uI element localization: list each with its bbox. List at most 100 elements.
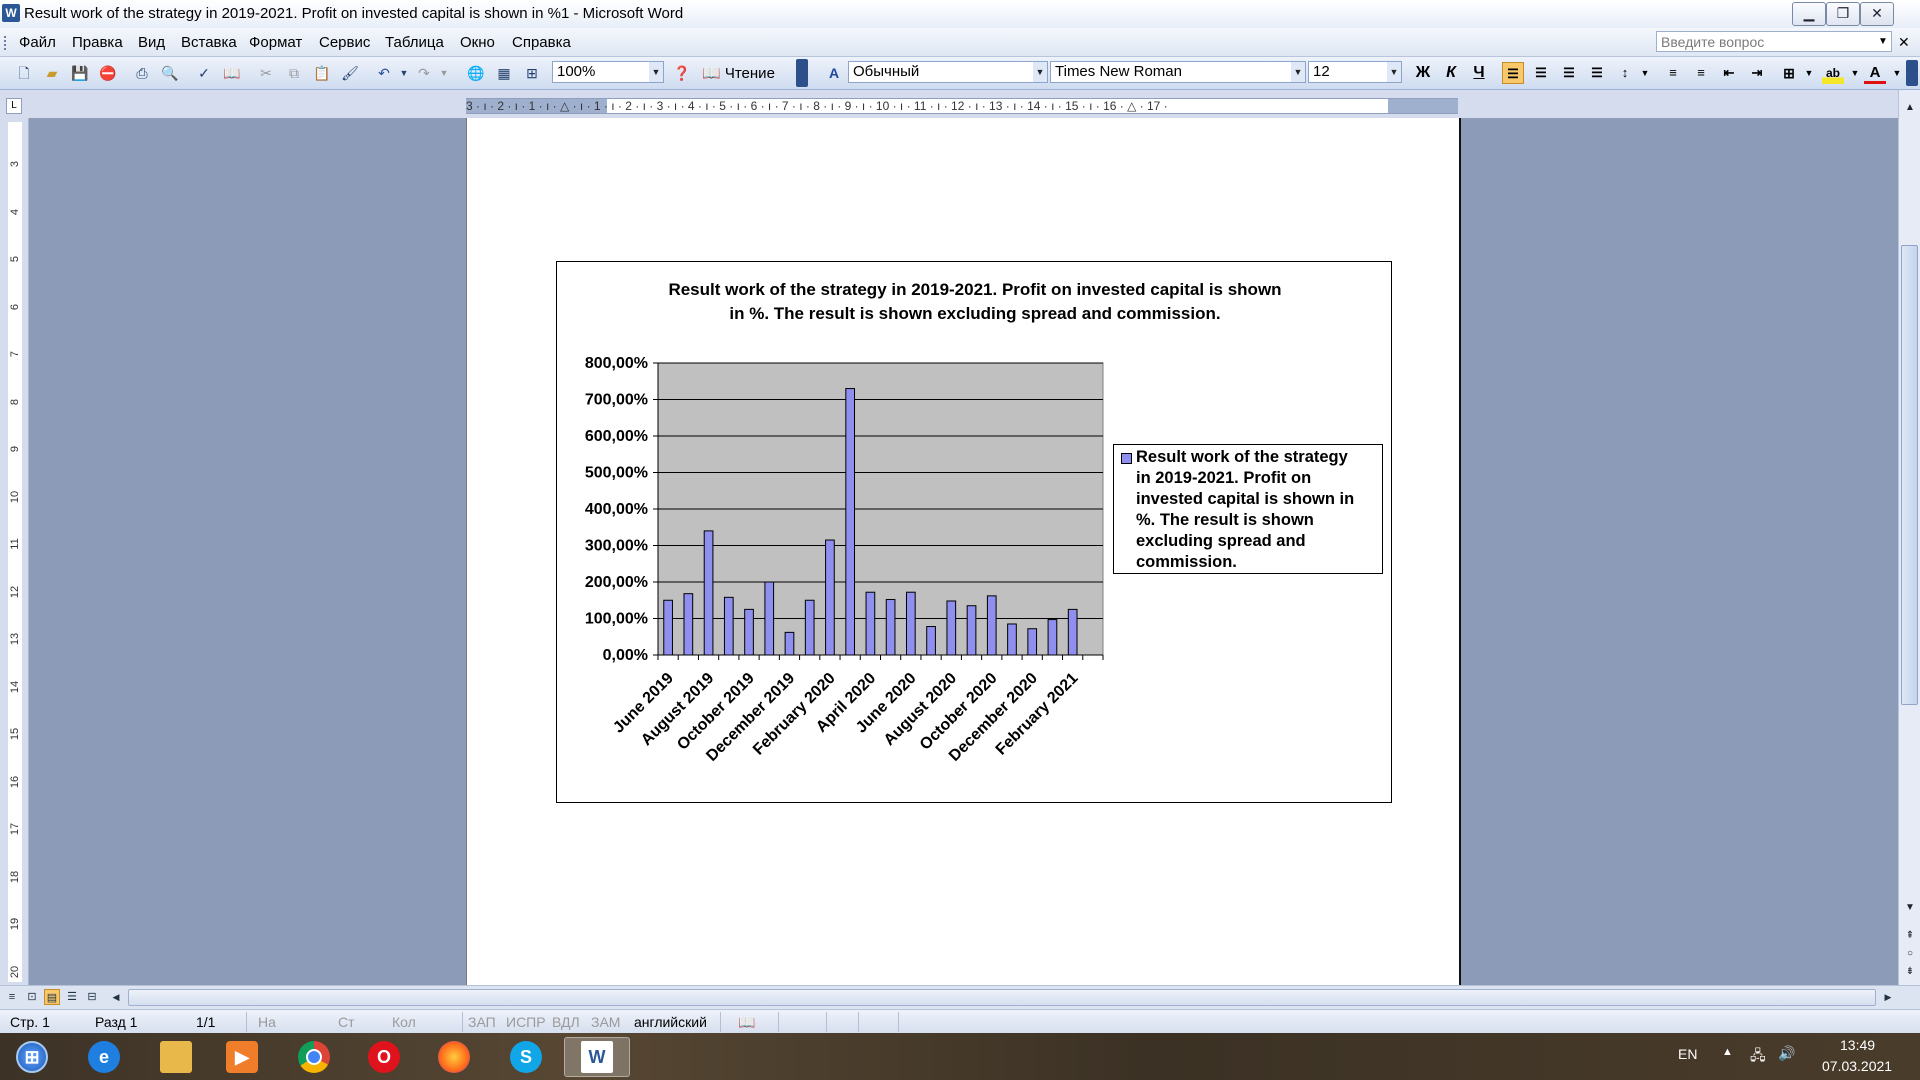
- cut-icon[interactable]: ✂: [256, 63, 276, 83]
- clock-date[interactable]: 07.03.2021: [1822, 1058, 1892, 1074]
- chart-object[interactable]: Result work of the strategy in 2019-2021…: [556, 261, 1392, 803]
- tables-borders-icon[interactable]: ▦: [494, 63, 514, 83]
- select-browse-object-icon[interactable]: ○: [1902, 946, 1918, 962]
- bold-button[interactable]: Ж: [1412, 62, 1434, 84]
- chevron-down-icon[interactable]: ▼: [1878, 36, 1888, 47]
- zoom-select[interactable]: 100% ▼: [552, 61, 664, 83]
- line-spacing-icon[interactable]: ↕: [1614, 62, 1636, 84]
- vertical-scrollbar[interactable]: ▲ ▼ ⇞ ○ ⇟: [1898, 90, 1920, 985]
- internet-explorer-button[interactable]: e: [78, 1037, 130, 1077]
- paste-icon[interactable]: 📋: [312, 63, 332, 83]
- justify-icon[interactable]: ☰: [1586, 62, 1608, 84]
- highlight-icon[interactable]: ab: [1822, 62, 1844, 84]
- vertical-ruler-scale[interactable]: 3 4 5 6 7 8 9 10 11 12 13 14 15 16 17 18 19 20: [8, 122, 22, 982]
- menu-help[interactable]: Справка: [512, 34, 571, 51]
- line-spacing-dropdown-icon[interactable]: ▼: [1634, 62, 1656, 84]
- reading-mode-button[interactable]: 📖 Чтение: [702, 64, 775, 82]
- style-select[interactable]: Обычный ▼: [848, 61, 1048, 83]
- chevron-down-icon[interactable]: ▼: [1291, 62, 1305, 82]
- menu-table[interactable]: Таблица: [385, 34, 444, 51]
- save-icon[interactable]: 💾: [70, 63, 90, 83]
- status-language[interactable]: английский: [634, 1014, 707, 1030]
- show-hidden-icons-icon[interactable]: ▲: [1722, 1046, 1733, 1058]
- align-center-icon[interactable]: ☰: [1530, 62, 1552, 84]
- help-icon[interactable]: ❓: [672, 63, 692, 83]
- align-left-icon[interactable]: ☰: [1502, 62, 1524, 84]
- tab-selector[interactable]: L: [6, 98, 22, 114]
- volume-icon[interactable]: 🔊: [1778, 1045, 1795, 1062]
- redo-dropdown-icon[interactable]: ▼: [434, 63, 454, 83]
- language-indicator[interactable]: EN: [1678, 1046, 1697, 1062]
- start-button[interactable]: ⊞: [6, 1037, 58, 1077]
- print-icon[interactable]: ⎙: [132, 63, 152, 83]
- new-document-icon[interactable]: 🗋: [14, 63, 34, 83]
- font-size-select[interactable]: 12 ▼: [1308, 61, 1402, 83]
- close-document-icon[interactable]: ✕: [1898, 34, 1910, 51]
- firefox-button[interactable]: [428, 1037, 480, 1077]
- normal-view-icon[interactable]: ≡: [4, 989, 20, 1005]
- chevron-down-icon[interactable]: ▼: [649, 62, 663, 82]
- close-icon[interactable]: ✕: [1860, 2, 1894, 26]
- font-color-dropdown-icon[interactable]: ▼: [1886, 62, 1908, 84]
- align-right-icon[interactable]: ☰: [1558, 62, 1580, 84]
- opera-button[interactable]: O: [358, 1037, 410, 1077]
- network-icon[interactable]: 🖧: [1750, 1045, 1766, 1069]
- spelling-icon[interactable]: ✓: [194, 63, 214, 83]
- research-icon[interactable]: 📖: [222, 63, 242, 83]
- media-player-button[interactable]: ▶: [216, 1037, 268, 1077]
- format-painter-icon[interactable]: 🖌: [340, 63, 360, 83]
- styles-formatting-icon[interactable]: A: [824, 63, 844, 83]
- scroll-thumb[interactable]: [1901, 245, 1918, 705]
- decrease-indent-icon[interactable]: ⇤: [1718, 62, 1740, 84]
- menu-file[interactable]: Файл: [19, 34, 56, 51]
- reading-layout-icon[interactable]: ⊟: [84, 989, 100, 1005]
- redo-icon[interactable]: ↷: [414, 63, 434, 83]
- print-layout-icon[interactable]: ▤: [44, 989, 60, 1005]
- borders-icon[interactable]: ⊞: [1778, 62, 1800, 84]
- web-layout-icon[interactable]: ⊡: [24, 989, 40, 1005]
- menu-view[interactable]: Вид: [138, 34, 165, 51]
- horizontal-scroll-thumb[interactable]: [128, 989, 1876, 1006]
- bullets-icon[interactable]: ≡: [1690, 62, 1712, 84]
- scroll-left-icon[interactable]: ◀: [108, 989, 124, 1005]
- document-page[interactable]: Result work of the strategy in 2019-2021…: [466, 118, 1461, 985]
- minimize-icon[interactable]: ▁: [1792, 2, 1826, 26]
- chrome-button[interactable]: [288, 1037, 340, 1077]
- borders-dropdown-icon[interactable]: ▼: [1798, 62, 1820, 84]
- scroll-right-icon[interactable]: ▶: [1880, 989, 1896, 1005]
- chevron-down-icon[interactable]: ▼: [1387, 62, 1401, 82]
- ruler-scale[interactable]: 3 · ı · 2 · ı · 1 · ı · △ · ı · 1 · ı · …: [466, 98, 1458, 114]
- menu-format[interactable]: Формат: [249, 34, 302, 51]
- menu-edit[interactable]: Правка: [72, 34, 123, 51]
- menu-insert[interactable]: Вставка: [181, 34, 237, 51]
- scroll-down-icon[interactable]: ▼: [1902, 900, 1918, 916]
- italic-button[interactable]: К: [1440, 62, 1462, 84]
- print-preview-icon[interactable]: 🔍: [160, 63, 180, 83]
- undo-dropdown-icon[interactable]: ▼: [394, 63, 414, 83]
- status-track-changes[interactable]: ИСПР: [506, 1014, 546, 1030]
- underline-button[interactable]: Ч: [1468, 62, 1490, 84]
- insert-hyperlink-icon[interactable]: 🌐: [466, 63, 486, 83]
- toolbar-options-icon[interactable]: [1906, 60, 1918, 86]
- font-select[interactable]: Times New Roman ▼: [1050, 61, 1306, 83]
- scroll-up-icon[interactable]: ▲: [1902, 100, 1918, 116]
- open-folder-icon[interactable]: ▰: [42, 63, 62, 83]
- numbering-icon[interactable]: ≡: [1662, 62, 1684, 84]
- skype-button[interactable]: S: [500, 1037, 552, 1077]
- status-extend-selection[interactable]: ВДЛ: [552, 1014, 580, 1030]
- ask-question-input[interactable]: Введите вопрос: [1656, 31, 1892, 52]
- word-taskbar-button[interactable]: W: [564, 1037, 630, 1077]
- toolbar-options-icon[interactable]: [796, 59, 808, 87]
- menu-tools[interactable]: Сервис: [319, 34, 370, 51]
- explorer-button[interactable]: [150, 1037, 202, 1077]
- status-record-macro[interactable]: ЗАП: [468, 1014, 496, 1030]
- font-color-icon[interactable]: A: [1864, 62, 1886, 84]
- word-app-icon[interactable]: W: [2, 4, 20, 22]
- undo-icon[interactable]: ↶: [374, 63, 394, 83]
- insert-table-icon[interactable]: ⊞: [522, 63, 542, 83]
- previous-page-icon[interactable]: ⇞: [1902, 928, 1918, 944]
- highlight-dropdown-icon[interactable]: ▼: [1844, 62, 1866, 84]
- chevron-down-icon[interactable]: ▼: [1033, 62, 1047, 82]
- increase-indent-icon[interactable]: ⇥: [1746, 62, 1768, 84]
- clock-time[interactable]: 13:49: [1840, 1037, 1875, 1053]
